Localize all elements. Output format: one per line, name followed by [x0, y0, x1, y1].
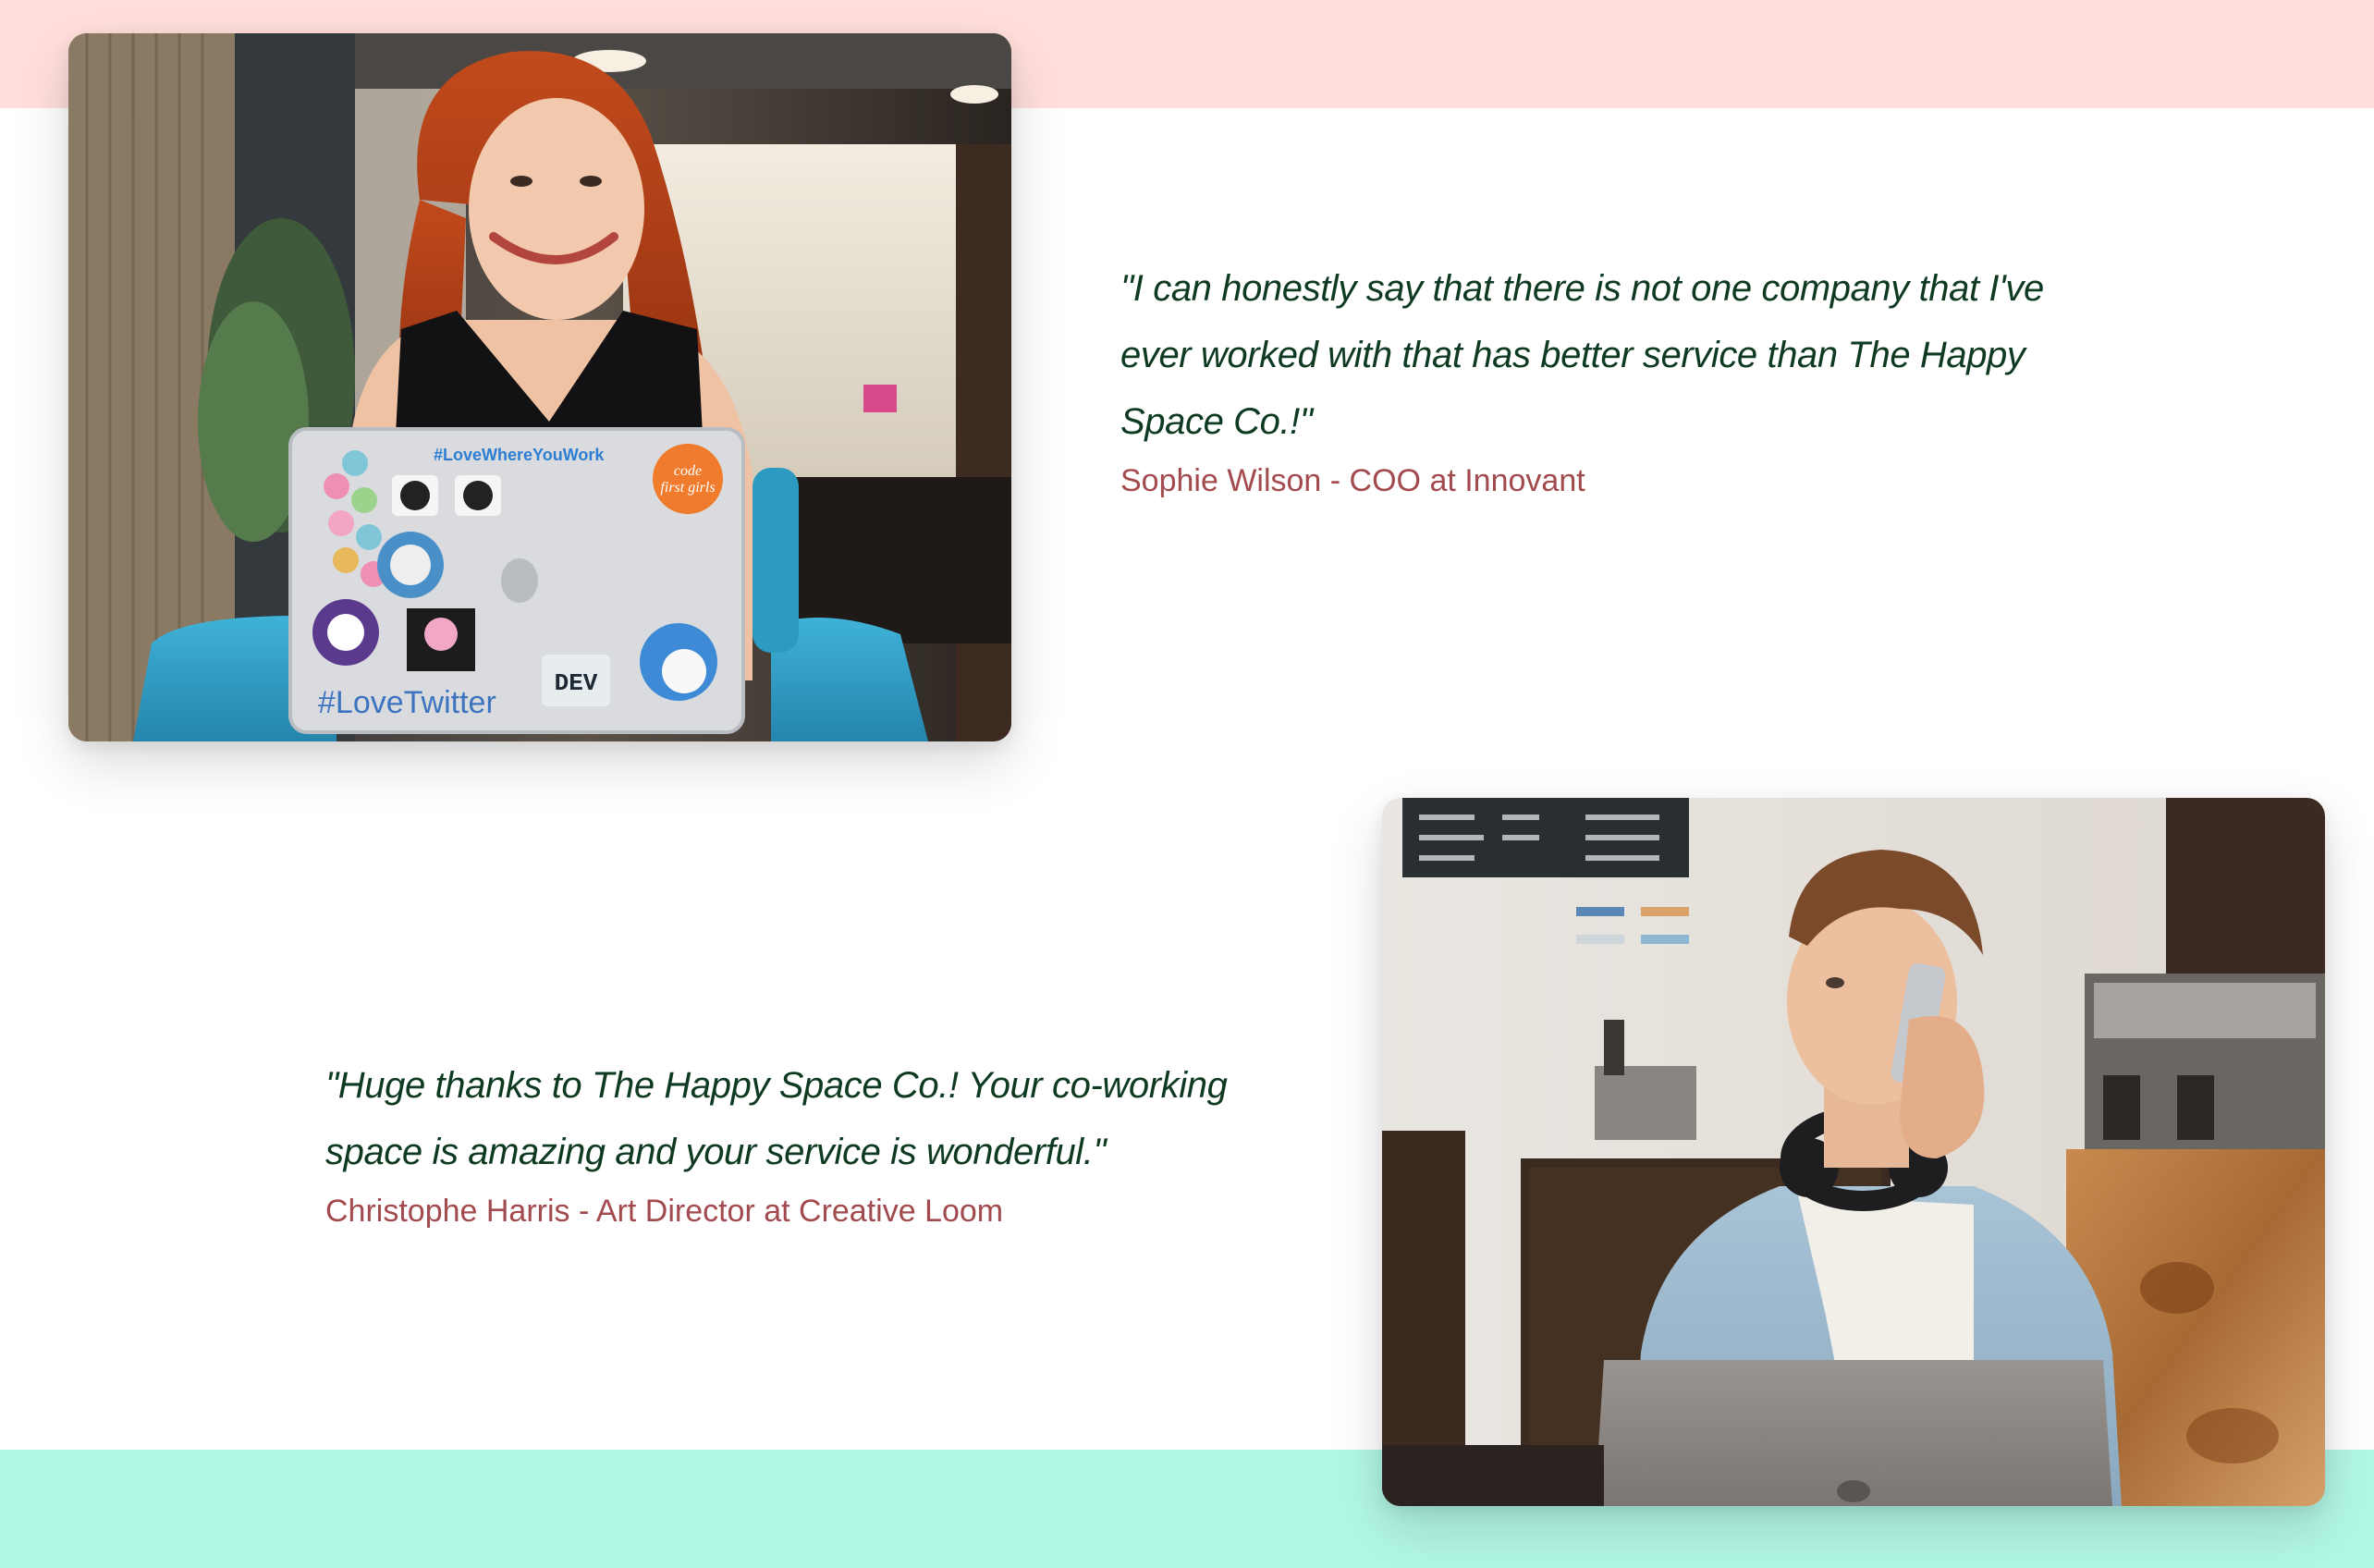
sticker-love-where-you-work: #LoveWhereYouWork: [434, 446, 605, 464]
sticker-code: code: [674, 463, 702, 479]
testimonial-author: Christophe Harris - Art Director at Crea…: [325, 1194, 1004, 1229]
testimonial-photo-christophe: [1382, 798, 2325, 1506]
testimonial-sophie: "I can honestly say that there is not on…: [1120, 255, 2100, 503]
testimonial-photo-sophie: #LoveWhereYouWork code first girls DEV #…: [68, 33, 1011, 741]
testimonial-quote: "I can honestly say that there is not on…: [1120, 268, 2044, 442]
man-on-phone-photo: [1382, 798, 2325, 1506]
testimonials-section: #LoveWhereYouWork code first girls DEV #…: [0, 0, 2374, 1568]
sticker-dev: DEV: [555, 669, 598, 697]
testimonial-christophe: "Huge thanks to The Happy Space Co.! You…: [325, 1052, 1305, 1233]
testimonial-author: Sophie Wilson - COO at Innovant: [1120, 463, 1585, 498]
sticker-first-girls: first girls: [660, 480, 715, 496]
testimonial-quote: "Huge thanks to The Happy Space Co.! You…: [325, 1065, 1228, 1172]
woman-with-laptop-photo: #LoveWhereYouWork code first girls DEV #…: [68, 33, 1011, 741]
sticker-love-twitter: #LoveTwitter: [318, 685, 496, 720]
